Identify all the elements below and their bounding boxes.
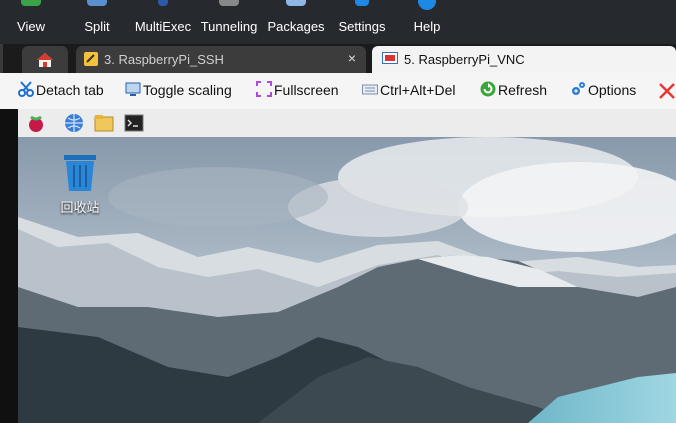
- home-icon: [37, 53, 53, 67]
- refresh-button[interactable]: Refresh: [480, 81, 547, 101]
- menu-multiexec[interactable]: MultiExec: [134, 0, 192, 44]
- refresh-label: Refresh: [498, 82, 548, 98]
- menu-split[interactable]: Split: [74, 0, 120, 44]
- menu-settings-label: Settings: [338, 19, 386, 34]
- tab-strip: 3. RaspberryPi_SSH × 5. RaspberryPi_VNC: [0, 44, 676, 73]
- menu-multiexec-label: MultiExec: [134, 19, 192, 34]
- toggle-scaling-button[interactable]: Toggle scaling: [125, 81, 232, 101]
- menu-tunneling-label: Tunneling: [200, 19, 258, 34]
- menu-help-label: Help: [413, 19, 441, 34]
- toggle-scaling-label: Toggle scaling: [143, 82, 232, 98]
- menu-packages-label: Packages: [267, 19, 325, 34]
- remote-taskbar: [18, 109, 676, 138]
- menu-help[interactable]: Help: [404, 0, 450, 44]
- ctrl-alt-del-label: Ctrl+Alt+Del: [380, 82, 456, 98]
- vnc-toolbar: Detach tab Toggle scaling Fullscreen Ctr…: [0, 73, 676, 110]
- multiexec-icon: [158, 0, 168, 6]
- tab-raspberrypi-vnc[interactable]: 5. RaspberryPi_VNC: [372, 46, 676, 73]
- remote-desktop[interactable]: 回收站: [18, 137, 676, 423]
- fullscreen-label: Fullscreen: [274, 82, 339, 98]
- menu-settings[interactable]: Settings: [334, 0, 390, 44]
- menu-packages[interactable]: Packages: [266, 0, 326, 44]
- fullscreen-button[interactable]: Fullscreen: [256, 81, 339, 101]
- tunneling-icon: [219, 0, 239, 6]
- trash-icon: [64, 155, 96, 191]
- detach-tab-button[interactable]: Detach tab: [18, 81, 104, 101]
- tab-vnc-label: 5. RaspberryPi_VNC: [404, 52, 525, 67]
- web-browser-icon[interactable]: [64, 113, 84, 133]
- tab-raspberrypi-ssh[interactable]: 3. RaspberryPi_SSH ×: [76, 46, 366, 73]
- terminal-icon[interactable]: [124, 113, 144, 133]
- packages-icon: [286, 0, 306, 6]
- mountain-wallpaper: [18, 137, 676, 423]
- view-icon: [21, 0, 41, 6]
- vnc-icon: [382, 52, 398, 64]
- split-icon: [87, 0, 107, 6]
- gear-icon: [355, 0, 369, 6]
- tab-home[interactable]: [22, 46, 68, 73]
- trash-desktop-icon[interactable]: [60, 153, 100, 198]
- menu-view-label: View: [17, 19, 45, 34]
- fullscreen-icon: [256, 81, 272, 97]
- options-button[interactable]: Options: [570, 81, 636, 101]
- main-menubar: View Split MultiExec Tunneling Packages …: [0, 0, 676, 44]
- raspberry-menu-icon[interactable]: [26, 113, 46, 133]
- scissors-icon: [18, 81, 34, 97]
- terminal-key-icon: [84, 52, 98, 66]
- refresh-icon: [480, 81, 496, 97]
- tab-ssh-label: 3. RaspberryPi_SSH: [104, 52, 224, 67]
- help-icon: [418, 0, 436, 10]
- file-manager-icon[interactable]: [94, 113, 114, 133]
- options-label: Options: [588, 82, 637, 98]
- detach-tab-label: Detach tab: [36, 82, 104, 98]
- ctrl-alt-del-button[interactable]: Ctrl+Alt+Del: [362, 81, 455, 101]
- trash-label: 回收站: [60, 200, 100, 215]
- tab-ssh-close-icon[interactable]: ×: [348, 50, 356, 66]
- gears-icon: [572, 82, 585, 95]
- menu-split-label: Split: [84, 19, 110, 34]
- sidebar-rail: [0, 109, 19, 423]
- monitor-icon: [125, 82, 141, 96]
- keyboard-icon: [362, 84, 378, 95]
- menu-view[interactable]: View: [8, 0, 54, 44]
- tab-strip-edge: [0, 44, 3, 73]
- close-icon[interactable]: [658, 82, 676, 100]
- menu-tunneling[interactable]: Tunneling: [198, 0, 260, 44]
